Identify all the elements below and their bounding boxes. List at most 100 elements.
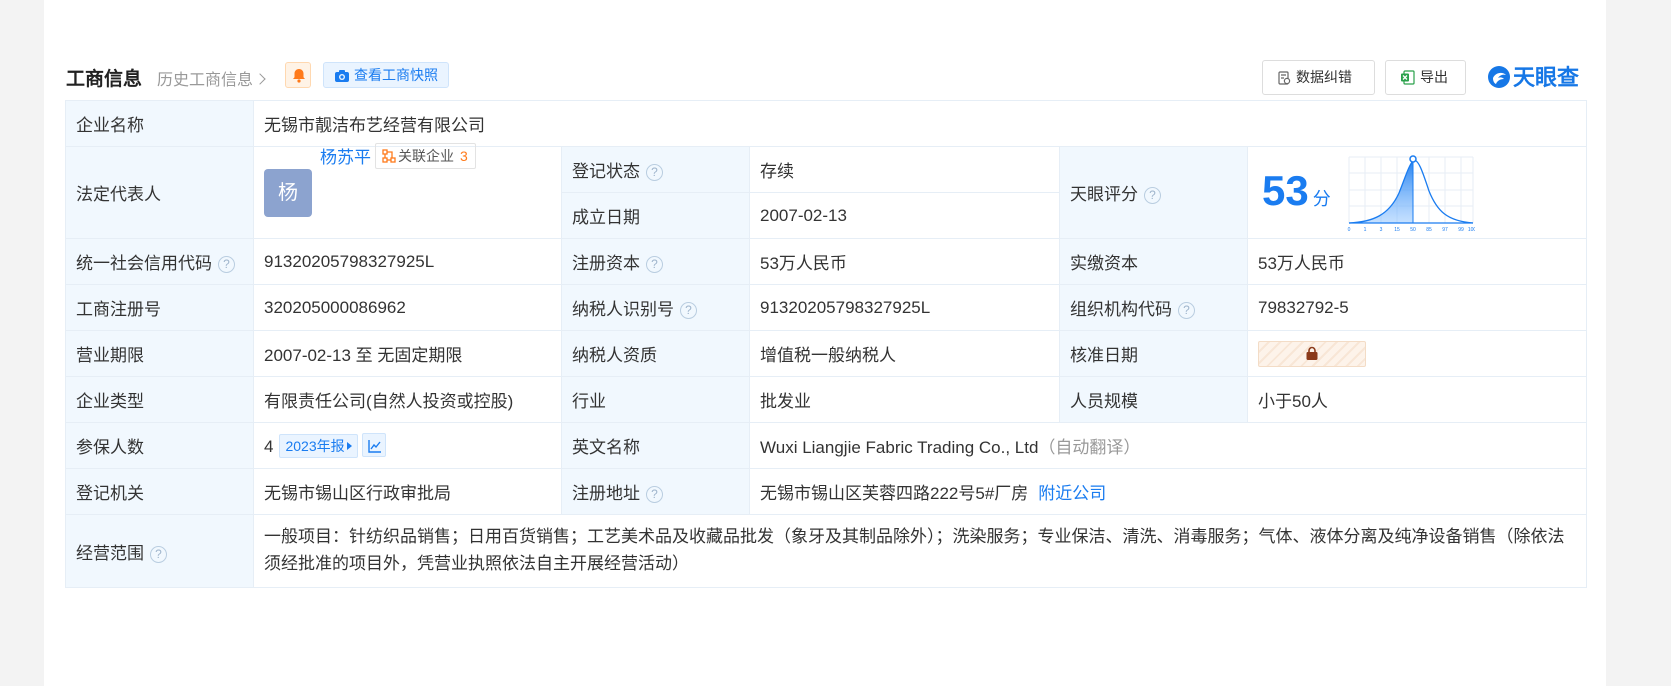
tick-label: 100: [1468, 227, 1475, 233]
value-taxpayer-id: 91320205798327925L: [749, 284, 1060, 331]
trend-chart-button[interactable]: [361, 433, 386, 457]
tick-label: 97: [1442, 227, 1448, 233]
export-button[interactable]: 导出: [1385, 60, 1466, 95]
help-icon[interactable]: ?: [646, 256, 663, 273]
table-row: 登记机关 无锡市锡山区行政审批局 注册地址? 无锡市锡山区芙蓉四路222号5#厂…: [65, 468, 1588, 515]
tick-label: 15: [1394, 227, 1400, 233]
nearby-companies-link[interactable]: 附近公司: [1038, 484, 1106, 503]
annual-report-button[interactable]: 2023年报: [279, 434, 358, 458]
value-tianyan-score[interactable]: 53 分 0 1 3 15 50 85 97 99 100: [1246, 146, 1588, 239]
value-legal-rep: 杨杨苏平 关联企业 3: [253, 142, 562, 239]
section-header: 工商信息 历史工商信息 查看工商快照 数据纠错 导出 天眼查: [66, 58, 1584, 95]
label-taxpayer-id: 纳税人识别号?: [561, 284, 750, 331]
value-credit-code: 91320205798327925L: [253, 238, 562, 285]
value-staff-size: 小于50人: [1246, 376, 1588, 423]
section-title: 工商信息: [66, 69, 143, 90]
label-company-type: 企业类型: [65, 376, 254, 423]
tick-label: 1: [1364, 227, 1367, 233]
avatar[interactable]: 杨: [264, 168, 312, 217]
label-business-scope: 经营范围?: [65, 514, 254, 588]
help-icon[interactable]: ?: [1144, 187, 1161, 204]
tick-label: 0: [1348, 227, 1351, 233]
legal-rep-link[interactable]: 杨苏平: [320, 143, 371, 168]
label-paid-capital: 实缴资本: [1059, 238, 1248, 285]
help-icon[interactable]: ?: [680, 302, 697, 319]
business-info-table: 企业名称 无锡市靓洁布艺经营有限公司 法定代表人 杨杨苏平 关联企业 3 登记状态?…: [65, 100, 1588, 588]
bell-icon: [293, 69, 305, 83]
table-row: 工商注册号 320205000086962 纳税人识别号? 9132020579…: [65, 284, 1588, 331]
label-approval-date: 核准日期: [1059, 330, 1248, 377]
lock-icon: [1306, 346, 1318, 360]
table-row: 法定代表人 杨杨苏平 关联企业 3 登记状态? 存续 天眼评分? 53 分 0 …: [65, 142, 1588, 239]
label-tianyan-score: 天眼评分?: [1059, 146, 1248, 239]
label-reg-status: 登记状态?: [561, 146, 750, 193]
label-business-term: 营业期限: [65, 330, 254, 377]
related-companies-button[interactable]: 关联企业 3: [375, 142, 476, 169]
related-count: 3: [460, 147, 468, 164]
value-english-name: Wuxi Liangjie Fabric Trading Co., Ltd（自动…: [748, 422, 1588, 469]
help-icon[interactable]: ?: [1178, 302, 1195, 319]
history-link[interactable]: 历史工商信息: [157, 66, 266, 90]
score-value: 53 分: [1262, 166, 1331, 214]
help-icon[interactable]: ?: [150, 545, 167, 563]
value-reg-capital: 53万人民币: [749, 238, 1060, 285]
business-info-panel: 工商信息 历史工商信息 查看工商快照 数据纠错 导出 天眼查 企业名称 无锡市靓…: [44, 0, 1606, 686]
value-industry: 批发业: [749, 376, 1060, 423]
table-row: 企业名称 无锡市靓洁布艺经营有限公司: [65, 100, 1588, 147]
label-insured-count: 参保人数: [65, 422, 254, 469]
value-establish-date: 2007-02-13: [749, 192, 1060, 239]
label-company-name: 企业名称: [65, 100, 254, 147]
table-row: 企业类型 有限责任公司(自然人投资或控股) 行业 批发业 人员规模 小于50人: [65, 376, 1588, 423]
table-row: 营业期限 2007-02-13 至 无固定期限 纳税人资质 增值税一般纳税人 核…: [65, 330, 1588, 377]
label-legal-rep: 法定代表人: [65, 146, 254, 239]
label-establish-date: 成立日期: [561, 192, 750, 239]
notify-button[interactable]: [285, 62, 311, 88]
label-taxpayer-qual: 纳税人资质: [561, 330, 750, 377]
auto-translate-note: （自动翻译）: [1038, 438, 1141, 457]
label-reg-number: 工商注册号: [65, 284, 254, 331]
value-insured-count: 4 2023年报: [253, 422, 562, 469]
score-distribution-chart: 0 1 3 15 50 85 97 99 100: [1348, 154, 1475, 233]
edit-doc-icon: [1278, 71, 1291, 85]
excel-icon: [1401, 70, 1415, 85]
value-reg-number: 320205000086962: [253, 284, 562, 331]
tick-label: 50: [1410, 227, 1416, 233]
label-reg-capital: 注册资本?: [561, 238, 750, 285]
line-chart-icon: [367, 440, 381, 453]
value-business-scope: 一般项目：针纺织品销售；日用百货销售；工艺美术品及收藏品批发（象牙及其制品除外）…: [252, 514, 1588, 588]
value-reg-address: 无锡市锡山区芙蓉四路222号5#厂房 附近公司: [748, 468, 1588, 515]
tianyancha-logo: 天眼查: [1487, 60, 1579, 92]
help-icon[interactable]: ?: [646, 164, 663, 181]
value-reg-status: 存续: [749, 146, 1060, 193]
logo-mark-icon: [1488, 66, 1510, 88]
triangle-right-icon: [346, 442, 352, 450]
network-icon: [382, 148, 396, 163]
tick-label: 99: [1458, 227, 1464, 233]
locked-value-button[interactable]: [1258, 340, 1366, 367]
tick-label: 85: [1426, 227, 1432, 233]
table-row: 参保人数 4 2023年报 英文名称 Wuxi Liangjie Fabric T…: [65, 422, 1588, 469]
value-company-name: 无锡市靓洁布艺经营有限公司: [252, 100, 1588, 147]
label-industry: 行业: [561, 376, 750, 423]
data-correction-button[interactable]: 数据纠错: [1262, 60, 1375, 95]
table-row: 经营范围? 一般项目：针纺织品销售；日用百货销售；工艺美术品及收藏品批发（象牙及…: [65, 514, 1588, 588]
value-company-type: 有限责任公司(自然人投资或控股): [253, 376, 562, 423]
value-paid-capital: 53万人民币: [1246, 238, 1588, 285]
help-icon[interactable]: ?: [646, 486, 663, 503]
label-credit-code: 统一社会信用代码?: [65, 238, 254, 285]
table-row: 统一社会信用代码? 91320205798327925L 注册资本? 53万人民…: [65, 238, 1588, 285]
value-business-term: 2007-02-13 至 无固定期限: [253, 330, 562, 377]
value-approval-date: [1246, 330, 1588, 377]
value-reg-authority: 无锡市锡山区行政审批局: [253, 468, 562, 515]
label-english-name: 英文名称: [561, 422, 750, 469]
label-reg-authority: 登记机关: [65, 468, 254, 515]
label-org-code: 组织机构代码?: [1059, 284, 1248, 331]
camera-icon: [335, 70, 349, 82]
tick-label: 3: [1380, 227, 1383, 233]
value-org-code: 79832792-5: [1246, 284, 1588, 331]
value-taxpayer-qual: 增值税一般纳税人: [749, 330, 1060, 377]
label-reg-address: 注册地址?: [561, 468, 750, 515]
snapshot-button[interactable]: 查看工商快照: [323, 62, 449, 88]
chevron-right-icon: [254, 73, 266, 85]
help-icon[interactable]: ?: [218, 256, 235, 273]
